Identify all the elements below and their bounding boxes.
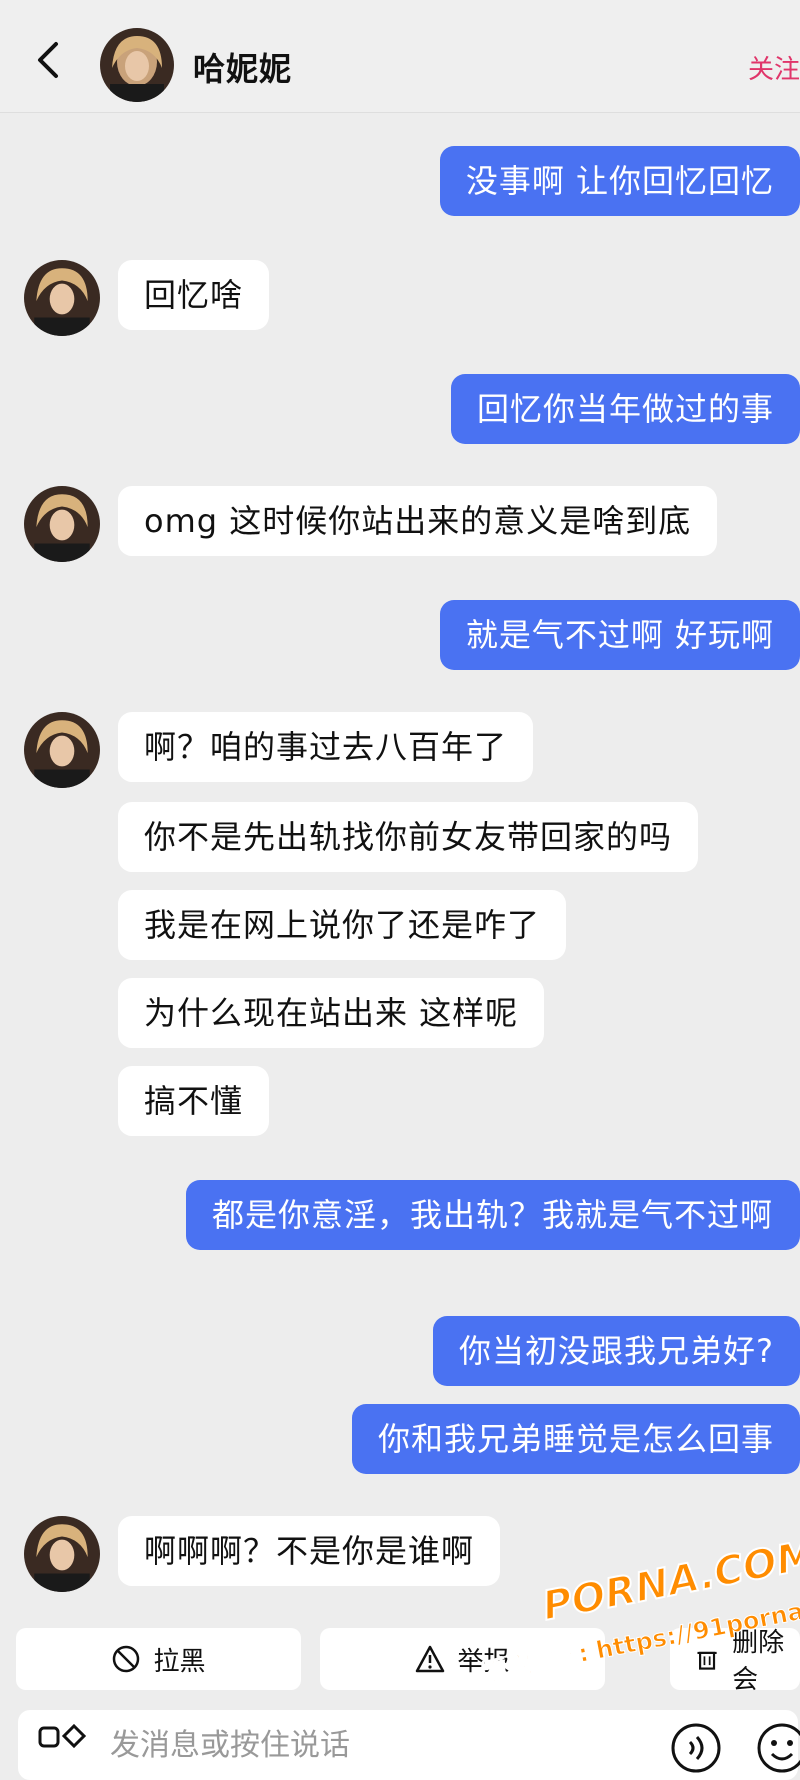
message-outgoing: 就是气不过啊 好玩啊: [439, 600, 800, 670]
emoji-icon[interactable]: [756, 1722, 800, 1774]
chat-header: 哈妮妮 关注: [0, 0, 800, 113]
contact-avatar[interactable]: [24, 260, 100, 336]
apps-icon[interactable]: [38, 1724, 88, 1754]
contact-avatar[interactable]: [100, 28, 174, 102]
message-outgoing: 你和我兄弟睡觉是怎么回事: [351, 1404, 800, 1474]
input-bar: 发消息或按住说话: [0, 1700, 800, 1780]
message-incoming: 我是在网上说你了还是咋了: [118, 890, 567, 960]
message-input[interactable]: 发消息或按住说话: [18, 1710, 800, 1780]
contact-avatar[interactable]: [24, 712, 100, 788]
follow-button[interactable]: 关注: [748, 49, 800, 86]
message-outgoing: 回忆你当年做过的事: [450, 374, 800, 444]
contact-name: 哈妮妮: [193, 50, 293, 88]
message-incoming: 回忆啥: [118, 260, 270, 330]
contact-avatar[interactable]: [24, 486, 100, 562]
message-incoming: 为什么现在站出来 这样呢: [118, 978, 545, 1048]
block-icon: [113, 1645, 140, 1673]
message-incoming: 搞不懂: [118, 1066, 270, 1136]
back-arrow-icon[interactable]: [30, 40, 70, 80]
block-label: 拉黑: [153, 1646, 206, 1677]
voice-icon[interactable]: [670, 1722, 722, 1774]
message-incoming: 啊啊啊？不是你是谁啊: [118, 1516, 501, 1586]
message-outgoing: 没事啊 让你回忆回忆: [439, 146, 800, 216]
message-incoming: omg 这时候你站出来的意义是啥到底: [118, 486, 718, 556]
report-warning-icon: [416, 1645, 445, 1673]
message-outgoing: 你当初没跟我兄弟好?: [433, 1316, 800, 1386]
block-button[interactable]: 拉黑: [16, 1628, 301, 1690]
message-incoming: 啊？咱的事过去八百年了: [118, 712, 534, 782]
input-placeholder: 发消息或按住说话: [110, 1728, 350, 1763]
contact-avatar[interactable]: [24, 1516, 100, 1592]
message-incoming: 你不是先出轨找你前女友带回家的吗: [118, 802, 699, 872]
message-outgoing: 都是你意淫，我出轨？我就是气不过啊: [186, 1180, 800, 1250]
